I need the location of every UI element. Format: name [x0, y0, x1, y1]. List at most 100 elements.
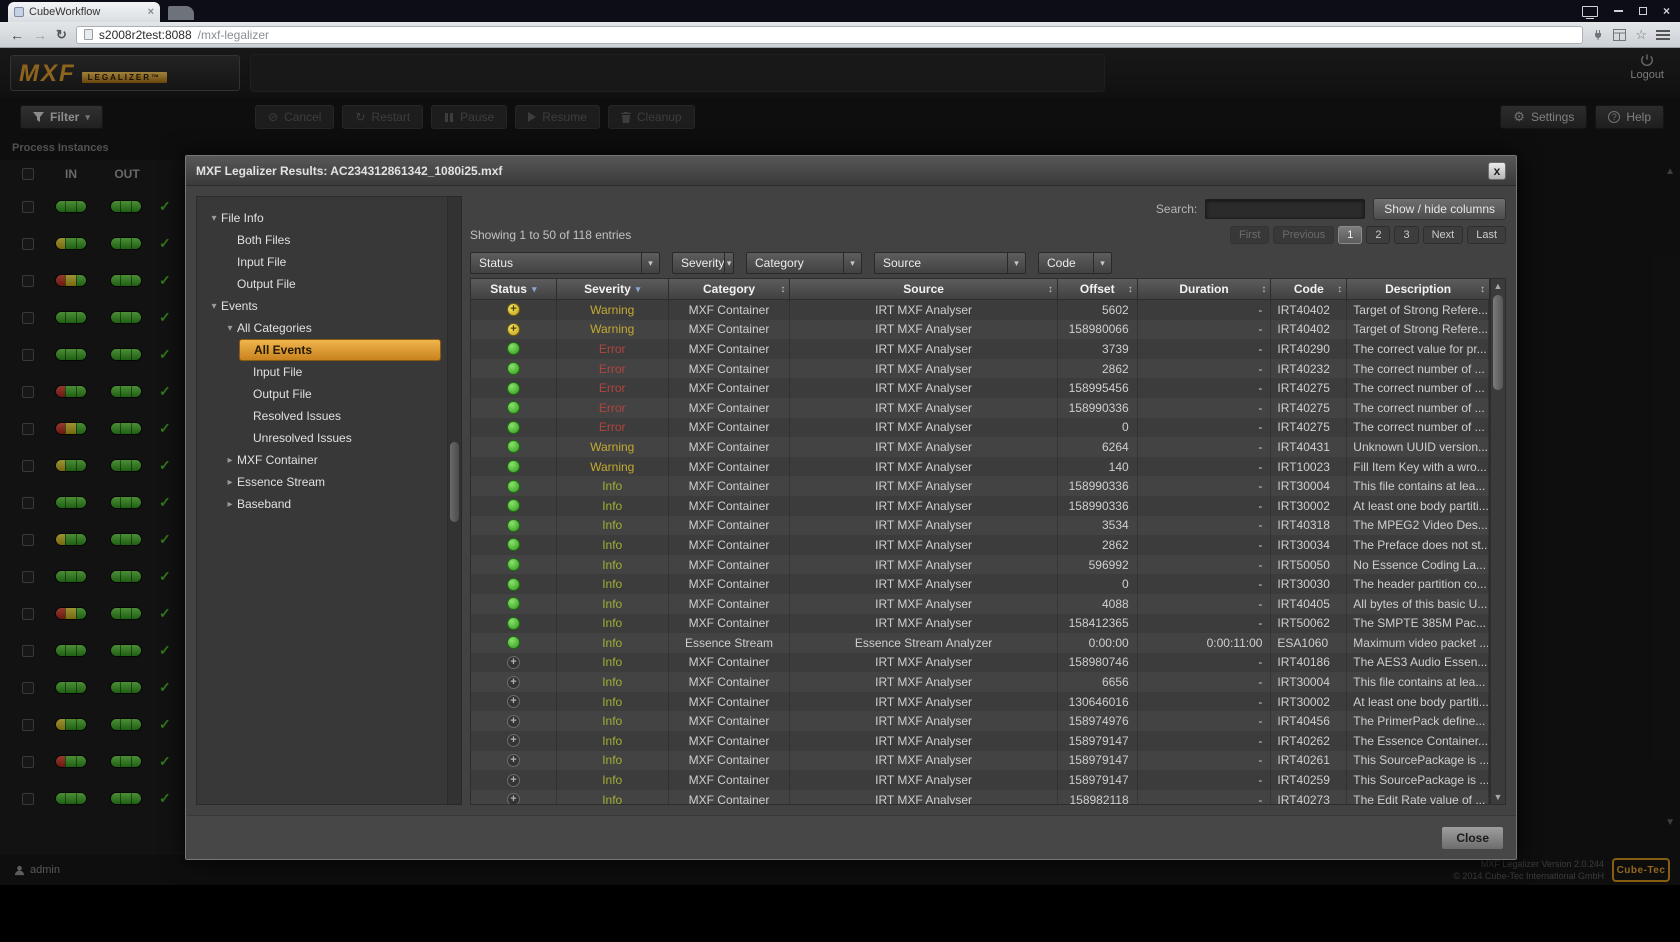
event-row[interactable]: InfoMXF ContainerIRT MXF Analyser3534-IR…: [471, 516, 1489, 536]
new-tab-button[interactable]: [168, 6, 194, 20]
tab-close-icon[interactable]: ×: [148, 6, 154, 18]
event-row[interactable]: InfoMXF ContainerIRT MXF Analyser1589791…: [471, 731, 1489, 751]
tree-collapsed-icon[interactable]: ▸: [223, 455, 237, 466]
cell-status: [471, 731, 557, 751]
event-row[interactable]: WarningMXF ContainerIRT MXF Analyser5602…: [471, 300, 1489, 320]
reload-button[interactable]: ↻: [56, 27, 67, 43]
cell-category: MXF Container: [669, 574, 791, 594]
cell-duration: -: [1138, 692, 1272, 712]
event-row[interactable]: InfoMXF ContainerIRT MXF Analyser2862-IR…: [471, 535, 1489, 555]
page-previous-button[interactable]: Previous: [1273, 226, 1334, 244]
col-source[interactable]: Source↕: [790, 279, 1057, 299]
minimize-button[interactable]: [1614, 10, 1623, 12]
tree-item-input-file[interactable]: Input File: [239, 361, 441, 383]
cell-description: The header partition co...: [1347, 574, 1489, 594]
event-row[interactable]: InfoMXF ContainerIRT MXF Analyser1589791…: [471, 751, 1489, 771]
page-next-button[interactable]: Next: [1423, 226, 1464, 244]
event-row[interactable]: InfoMXF ContainerIRT MXF Analyser0-IRT30…: [471, 574, 1489, 594]
event-row[interactable]: InfoMXF ContainerIRT MXF Analyser4088-IR…: [471, 594, 1489, 614]
event-row[interactable]: ErrorMXF ContainerIRT MXF Analyser3739-I…: [471, 339, 1489, 359]
tree-expanded-icon[interactable]: ▾: [207, 301, 221, 312]
close-window-button[interactable]: ×: [1663, 6, 1670, 16]
browser-menu-icon[interactable]: [1656, 30, 1670, 40]
search-input[interactable]: [1205, 199, 1365, 219]
col-category[interactable]: Category↕: [669, 279, 791, 299]
tree-item-essence-stream[interactable]: ▸Essence Stream: [223, 471, 441, 493]
tree-scrollbar-thumb[interactable]: [450, 442, 459, 522]
filter-severity-select[interactable]: Severity▾: [672, 252, 734, 274]
event-row[interactable]: ErrorMXF ContainerIRT MXF Analyser158995…: [471, 378, 1489, 398]
tree-item-file-info[interactable]: ▾File Info: [207, 207, 441, 229]
page-1-button[interactable]: 1: [1338, 226, 1362, 244]
event-row[interactable]: InfoEssence StreamEssence Stream Analyze…: [471, 633, 1489, 653]
frames-icon[interactable]: [1613, 29, 1626, 41]
col-description[interactable]: Description↕: [1347, 279, 1489, 299]
browser-tab[interactable]: CubeWorkflow ×: [8, 2, 160, 22]
event-row[interactable]: WarningMXF ContainerIRT MXF Analyser140-…: [471, 457, 1489, 477]
tree-expanded-icon[interactable]: ▾: [207, 213, 221, 224]
modal-body: ▾File InfoBoth FilesInput FileOutput Fil…: [186, 186, 1516, 815]
col-severity[interactable]: Severity▾: [557, 279, 669, 299]
address-bar[interactable]: s2008r2test:8088/mxf-legalizer: [76, 26, 1583, 44]
event-row[interactable]: InfoMXF ContainerIRT MXF Analyser1589791…: [471, 770, 1489, 790]
event-row[interactable]: ErrorMXF ContainerIRT MXF Analyser0-IRT4…: [471, 418, 1489, 438]
plugin-icon[interactable]: [1592, 29, 1604, 41]
tree-collapsed-icon[interactable]: ▸: [223, 477, 237, 488]
tree-item-all-events[interactable]: All Events: [239, 339, 441, 361]
col-duration[interactable]: Duration↕: [1138, 279, 1272, 299]
cell-severity: Error: [557, 359, 669, 379]
tree-item-output-file[interactable]: Output File: [223, 273, 441, 295]
scroll-up-icon[interactable]: ▲: [1494, 279, 1503, 293]
scroll-down-icon[interactable]: ▼: [1494, 790, 1503, 804]
table-scrollbar[interactable]: ▲ ▼: [1490, 278, 1506, 805]
page-3-button[interactable]: 3: [1394, 226, 1418, 244]
tree-item-all-categories[interactable]: ▾All Categories: [223, 317, 441, 339]
tree-item-output-file[interactable]: Output File: [239, 383, 441, 405]
tree-collapsed-icon[interactable]: ▸: [223, 499, 237, 510]
event-row[interactable]: ErrorMXF ContainerIRT MXF Analyser158990…: [471, 398, 1489, 418]
table-scrollbar-thumb[interactable]: [1493, 295, 1503, 390]
filter-status-select[interactable]: Status▾: [470, 252, 660, 274]
tree-scrollbar[interactable]: [448, 196, 462, 805]
forward-button[interactable]: →: [33, 27, 47, 43]
page-first-button[interactable]: First: [1230, 226, 1269, 244]
event-row[interactable]: InfoMXF ContainerIRT MXF Analyser1589903…: [471, 496, 1489, 516]
tree-expanded-icon[interactable]: ▾: [223, 323, 237, 334]
filter-source-select[interactable]: Source▾: [874, 252, 1026, 274]
page-2-button[interactable]: 2: [1366, 226, 1390, 244]
tree-item-both-files[interactable]: Both Files: [223, 229, 441, 251]
cell-code: IRT40402: [1271, 300, 1347, 320]
tree-item-mxf-container[interactable]: ▸MXF Container: [223, 449, 441, 471]
filter-code-select[interactable]: Code▾: [1038, 252, 1112, 274]
col-status[interactable]: Status▾: [471, 279, 557, 299]
event-row[interactable]: InfoMXF ContainerIRT MXF Analyser1589821…: [471, 790, 1489, 805]
tree-item-input-file[interactable]: Input File: [223, 251, 441, 273]
modal-close-icon[interactable]: x: [1488, 162, 1506, 180]
bookmark-star-icon[interactable]: ☆: [1635, 27, 1647, 43]
filter-category-select[interactable]: Category▾: [746, 252, 862, 274]
event-row[interactable]: InfoMXF ContainerIRT MXF Analyser1306460…: [471, 692, 1489, 712]
show-hide-columns-button[interactable]: Show / hide columns: [1373, 198, 1506, 220]
event-row[interactable]: InfoMXF ContainerIRT MXF Analyser1589807…: [471, 653, 1489, 673]
event-row[interactable]: InfoMXF ContainerIRT MXF Analyser1589749…: [471, 711, 1489, 731]
page-last-button[interactable]: Last: [1467, 226, 1506, 244]
close-button[interactable]: Close: [1441, 826, 1504, 850]
event-row[interactable]: ErrorMXF ContainerIRT MXF Analyser2862-I…: [471, 359, 1489, 379]
event-row[interactable]: InfoMXF ContainerIRT MXF Analyser596992-…: [471, 555, 1489, 575]
tree-item-unresolved-issues[interactable]: Unresolved Issues: [239, 427, 441, 449]
display-icon[interactable]: [1582, 6, 1598, 17]
url-host: s2008r2test:8088: [99, 28, 192, 42]
event-row[interactable]: WarningMXF ContainerIRT MXF Analyser1589…: [471, 320, 1489, 340]
event-row[interactable]: WarningMXF ContainerIRT MXF Analyser6264…: [471, 437, 1489, 457]
tree-item-resolved-issues[interactable]: Resolved Issues: [239, 405, 441, 427]
tree-item-baseband[interactable]: ▸Baseband: [223, 493, 441, 515]
back-button[interactable]: ←: [10, 27, 24, 43]
event-row[interactable]: InfoMXF ContainerIRT MXF Analyser6656-IR…: [471, 672, 1489, 692]
maximize-button[interactable]: [1639, 7, 1647, 15]
col-offset[interactable]: Offset↕: [1058, 279, 1138, 299]
event-row[interactable]: InfoMXF ContainerIRT MXF Analyser1589903…: [471, 476, 1489, 496]
event-row[interactable]: InfoMXF ContainerIRT MXF Analyser1584123…: [471, 614, 1489, 634]
col-code[interactable]: Code↕: [1271, 279, 1347, 299]
tree-item-events[interactable]: ▾Events: [207, 295, 441, 317]
cell-category: MXF Container: [669, 359, 791, 379]
